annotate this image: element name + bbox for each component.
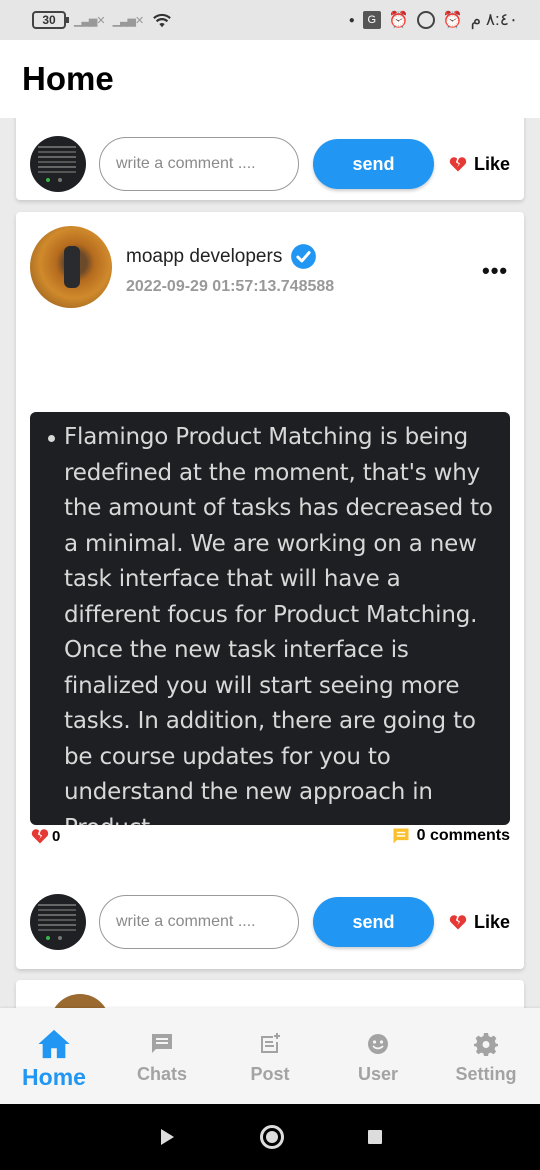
nav-item-user[interactable]: User xyxy=(324,1008,432,1104)
broken-heart-icon xyxy=(449,915,467,930)
comment-input[interactable] xyxy=(99,895,299,949)
comments-label: 0 comments xyxy=(416,827,510,844)
author-name[interactable]: moapp developers xyxy=(126,246,282,268)
commenter-avatar xyxy=(30,894,86,950)
nav-label-chats: Chats xyxy=(136,1064,187,1084)
system-nav-bar xyxy=(0,1104,540,1170)
translate-icon: G xyxy=(362,11,381,29)
home-circle-icon[interactable] xyxy=(259,1124,285,1150)
broken-heart-icon xyxy=(449,157,467,172)
post-card-next xyxy=(16,980,524,1008)
status-bar: 30 ▁▃▅✕ ▁▃▅✕ ● G ⏰ ⏰ ٨:٤٠ م xyxy=(0,0,540,40)
wifi-icon xyxy=(153,13,172,28)
nav-item-setting[interactable]: Setting xyxy=(432,1008,540,1104)
like-button[interactable]: Like xyxy=(448,912,510,933)
nav-item-home[interactable]: Home xyxy=(0,1008,108,1104)
like-button[interactable]: Like xyxy=(448,154,510,175)
send-button[interactable]: send xyxy=(313,897,434,947)
gear-icon xyxy=(474,1028,498,1060)
post-body: Flamingo Product Matching is being redef… xyxy=(30,412,510,825)
comments-count[interactable]: 0 comments xyxy=(391,826,510,846)
send-button[interactable]: send xyxy=(313,139,434,189)
commenter-avatar xyxy=(30,136,86,192)
comment-row: send Like xyxy=(16,886,524,958)
chat-icon xyxy=(150,1028,174,1060)
signal-icon-2: ▁▃▅✕ xyxy=(112,14,145,27)
post-text: Flamingo Product Matching is being redef… xyxy=(48,420,496,825)
broken-heart-icon xyxy=(31,829,49,844)
nav-label-post: Post xyxy=(250,1064,290,1084)
post-header: moapp developers 2022-09-29 01:57:13.748… xyxy=(16,212,524,312)
likes-count[interactable]: 0 xyxy=(30,826,60,846)
more-options-icon[interactable]: ••• xyxy=(482,258,508,284)
feed[interactable]: send Like moapp developers 2022-09-29 01… xyxy=(0,118,540,1008)
comment-row: send Like xyxy=(16,128,524,200)
nav-item-post[interactable]: Post xyxy=(216,1008,324,1104)
nav-item-chats[interactable]: Chats xyxy=(108,1008,216,1104)
home-icon xyxy=(37,1028,71,1060)
verified-badge-icon xyxy=(291,244,317,269)
status-right: ● G ⏰ ⏰ ٨:٤٠ م xyxy=(349,10,518,30)
recents-icon[interactable] xyxy=(367,1129,383,1145)
whatsapp-icon xyxy=(416,11,435,29)
clock: ٨:٤٠ م xyxy=(470,10,518,29)
post-card-previous: send Like xyxy=(16,118,524,200)
comment-icon xyxy=(393,828,409,844)
next-author-avatar xyxy=(50,994,110,1008)
alarm-icon-2: ⏰ xyxy=(442,12,463,29)
user-face-icon xyxy=(366,1028,390,1060)
nav-label-user: User xyxy=(357,1064,399,1084)
author-avatar[interactable] xyxy=(30,226,112,308)
post-add-icon xyxy=(258,1028,282,1060)
nav-label-home: Home xyxy=(22,1064,86,1090)
comment-input[interactable] xyxy=(99,137,299,191)
bottom-nav: Home Chats Post User Setting xyxy=(0,1008,540,1104)
like-label: Like xyxy=(474,153,511,174)
post-timestamp: 2022-09-29 01:57:13.748588 xyxy=(126,278,335,295)
author-line: moapp developers xyxy=(126,243,317,270)
battery-indicator: 30 xyxy=(32,11,69,29)
signal-icon: ▁▃▅✕ xyxy=(74,14,106,27)
like-label: Like xyxy=(474,911,511,932)
likes-value: 0 xyxy=(52,827,61,845)
status-left: 30 ▁▃▅✕ ▁▃▅✕ xyxy=(32,11,173,29)
page-title: Home xyxy=(22,60,114,97)
app-bar: Home xyxy=(0,40,540,118)
post-card: moapp developers 2022-09-29 01:57:13.748… xyxy=(16,212,524,969)
post-stats: 0 0 comments xyxy=(30,825,510,847)
dot-icon: ● xyxy=(348,14,355,26)
nav-label-setting: Setting xyxy=(455,1064,517,1084)
alarm-icon: ⏰ xyxy=(388,12,409,29)
back-icon[interactable] xyxy=(157,1127,177,1147)
